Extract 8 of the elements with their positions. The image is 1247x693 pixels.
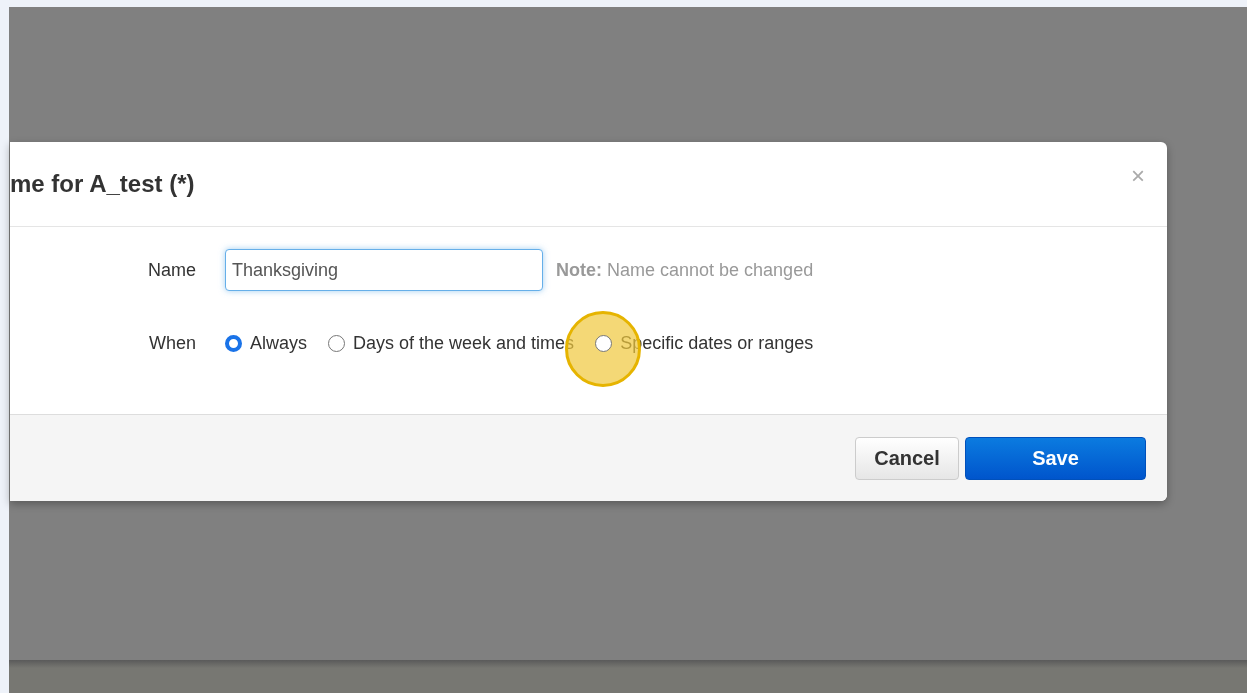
note-text: Note: Name cannot be changed <box>556 259 814 281</box>
radio-option[interactable]: Always <box>225 332 307 354</box>
cancel-button[interactable]: Cancel <box>855 436 959 480</box>
save-button[interactable]: Save <box>965 436 1146 480</box>
name-input-field[interactable]: Thanksgiving <box>225 249 543 291</box>
dialog-title: me for A_test (*) <box>10 170 195 198</box>
field-label: Name <box>147 259 196 281</box>
field-label: When <box>147 332 196 354</box>
